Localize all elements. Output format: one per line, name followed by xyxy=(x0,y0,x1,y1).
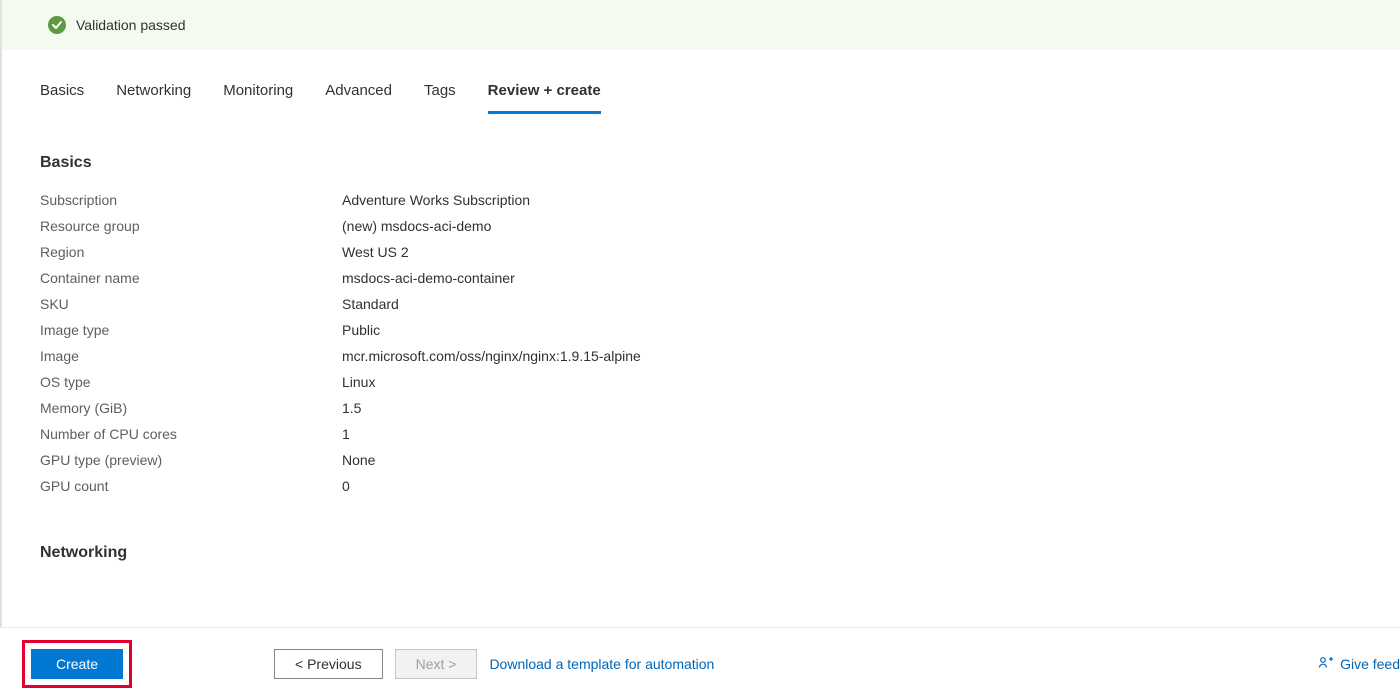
tab-tags[interactable]: Tags xyxy=(424,76,456,114)
value-container-name: msdocs-aci-demo-container xyxy=(342,270,515,286)
left-divider xyxy=(0,0,2,700)
give-feedback-link[interactable]: Give feed xyxy=(1318,655,1400,674)
label-gpu-type: GPU type (preview) xyxy=(40,452,342,468)
value-gpu-count: 0 xyxy=(342,478,350,494)
label-cpu-cores: Number of CPU cores xyxy=(40,426,342,442)
value-sku: Standard xyxy=(342,296,399,312)
row-gpu-type: GPU type (preview) None xyxy=(40,452,1362,468)
feedback-label: Give feed xyxy=(1340,656,1400,672)
label-os-type: OS type xyxy=(40,374,342,390)
label-memory: Memory (GiB) xyxy=(40,400,342,416)
row-container-name: Container name msdocs-aci-demo-container xyxy=(40,270,1362,286)
label-container-name: Container name xyxy=(40,270,342,286)
tab-monitoring[interactable]: Monitoring xyxy=(223,76,293,114)
footer-bar: Create < Previous Next > Download a temp… xyxy=(0,627,1400,700)
content-area: Basics Subscription Adventure Works Subs… xyxy=(2,114,1400,562)
row-memory: Memory (GiB) 1.5 xyxy=(40,400,1362,416)
create-highlight-box: Create xyxy=(22,640,132,688)
download-template-link[interactable]: Download a template for automation xyxy=(489,656,714,672)
value-resource-group: (new) msdocs-aci-demo xyxy=(342,218,491,234)
label-resource-group: Resource group xyxy=(40,218,342,234)
label-image: Image xyxy=(40,348,342,364)
label-subscription: Subscription xyxy=(40,192,342,208)
feedback-icon xyxy=(1318,655,1334,674)
value-region: West US 2 xyxy=(342,244,409,260)
value-subscription: Adventure Works Subscription xyxy=(342,192,530,208)
success-check-icon xyxy=(48,16,66,34)
value-image: mcr.microsoft.com/oss/nginx/nginx:1.9.15… xyxy=(342,348,641,364)
value-memory: 1.5 xyxy=(342,400,361,416)
row-image: Image mcr.microsoft.com/oss/nginx/nginx:… xyxy=(40,348,1362,364)
row-region: Region West US 2 xyxy=(40,244,1362,260)
tab-bar: Basics Networking Monitoring Advanced Ta… xyxy=(2,50,1400,114)
label-sku: SKU xyxy=(40,296,342,312)
label-region: Region xyxy=(40,244,342,260)
tab-review-create[interactable]: Review + create xyxy=(488,76,601,114)
row-os-type: OS type Linux xyxy=(40,374,1362,390)
create-button[interactable]: Create xyxy=(31,649,123,679)
value-os-type: Linux xyxy=(342,374,375,390)
validation-banner: Validation passed xyxy=(2,0,1400,50)
row-subscription: Subscription Adventure Works Subscriptio… xyxy=(40,192,1362,208)
label-gpu-count: GPU count xyxy=(40,478,342,494)
tab-basics[interactable]: Basics xyxy=(40,76,84,114)
row-cpu-cores: Number of CPU cores 1 xyxy=(40,426,1362,442)
next-button: Next > xyxy=(395,649,478,679)
label-image-type: Image type xyxy=(40,322,342,338)
section-title-networking: Networking xyxy=(40,544,1362,562)
value-image-type: Public xyxy=(342,322,380,338)
row-image-type: Image type Public xyxy=(40,322,1362,338)
value-cpu-cores: 1 xyxy=(342,426,350,442)
row-sku: SKU Standard xyxy=(40,296,1362,312)
row-resource-group: Resource group (new) msdocs-aci-demo xyxy=(40,218,1362,234)
section-title-basics: Basics xyxy=(40,154,1362,172)
tab-advanced[interactable]: Advanced xyxy=(325,76,392,114)
value-gpu-type: None xyxy=(342,452,375,468)
row-gpu-count: GPU count 0 xyxy=(40,478,1362,494)
previous-button[interactable]: < Previous xyxy=(274,649,383,679)
validation-message: Validation passed xyxy=(76,17,185,33)
tab-networking[interactable]: Networking xyxy=(116,76,191,114)
